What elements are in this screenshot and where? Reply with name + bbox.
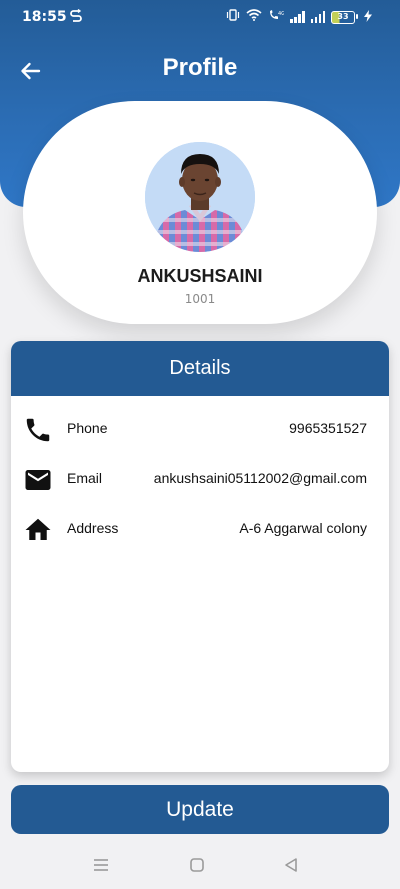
back-triangle-icon[interactable] xyxy=(282,856,302,874)
page-title: Profile xyxy=(162,54,238,81)
phone-row: Phone 9965351527 xyxy=(11,414,389,444)
phone-value: 9965351527 xyxy=(289,420,367,436)
details-card: Details Phone 9965351527 Email ankushsai… xyxy=(11,341,389,772)
details-title: Details xyxy=(11,341,389,396)
avatar-photo xyxy=(145,142,255,252)
signal-icon xyxy=(310,11,325,23)
email-label: Email xyxy=(67,470,103,486)
address-row: Address A-6 Aggarwal colony xyxy=(11,514,389,544)
home-square-icon[interactable] xyxy=(188,856,208,874)
email-row: Email ankushsaini05112002@gmail.com xyxy=(11,464,389,494)
volte-call-icon: 4G xyxy=(268,9,285,25)
phone-label: Phone xyxy=(67,420,108,436)
status-bar: 18:55 4G 33 xyxy=(0,0,400,36)
home-icon xyxy=(23,515,53,545)
svg-text:4G: 4G xyxy=(278,11,284,17)
profile-card: ANKUSHSAINI 1001 xyxy=(23,101,377,324)
update-button[interactable]: Update xyxy=(11,785,389,834)
profile-name: ANKUSHSAINI xyxy=(137,266,263,286)
avatar[interactable] xyxy=(145,142,255,252)
address-label: Address xyxy=(67,520,119,536)
battery-icon: 33 xyxy=(331,10,358,24)
status-time: 18:55 xyxy=(22,9,67,25)
charging-icon xyxy=(364,9,372,25)
phone-icon xyxy=(23,415,53,445)
status-icons: 4G 33 xyxy=(226,9,372,25)
profile-id: 1001 xyxy=(184,292,216,306)
signal-icon xyxy=(290,11,305,23)
wifi-icon xyxy=(246,9,262,25)
sync-icon xyxy=(70,8,82,27)
menu-icon[interactable] xyxy=(92,856,112,874)
system-nav-bar xyxy=(0,848,400,889)
vibrate-icon xyxy=(226,9,240,25)
email-icon xyxy=(23,465,53,495)
email-value: ankushsaini05112002@gmail.com xyxy=(153,470,367,486)
address-value: A-6 Aggarwal colony xyxy=(239,520,367,536)
